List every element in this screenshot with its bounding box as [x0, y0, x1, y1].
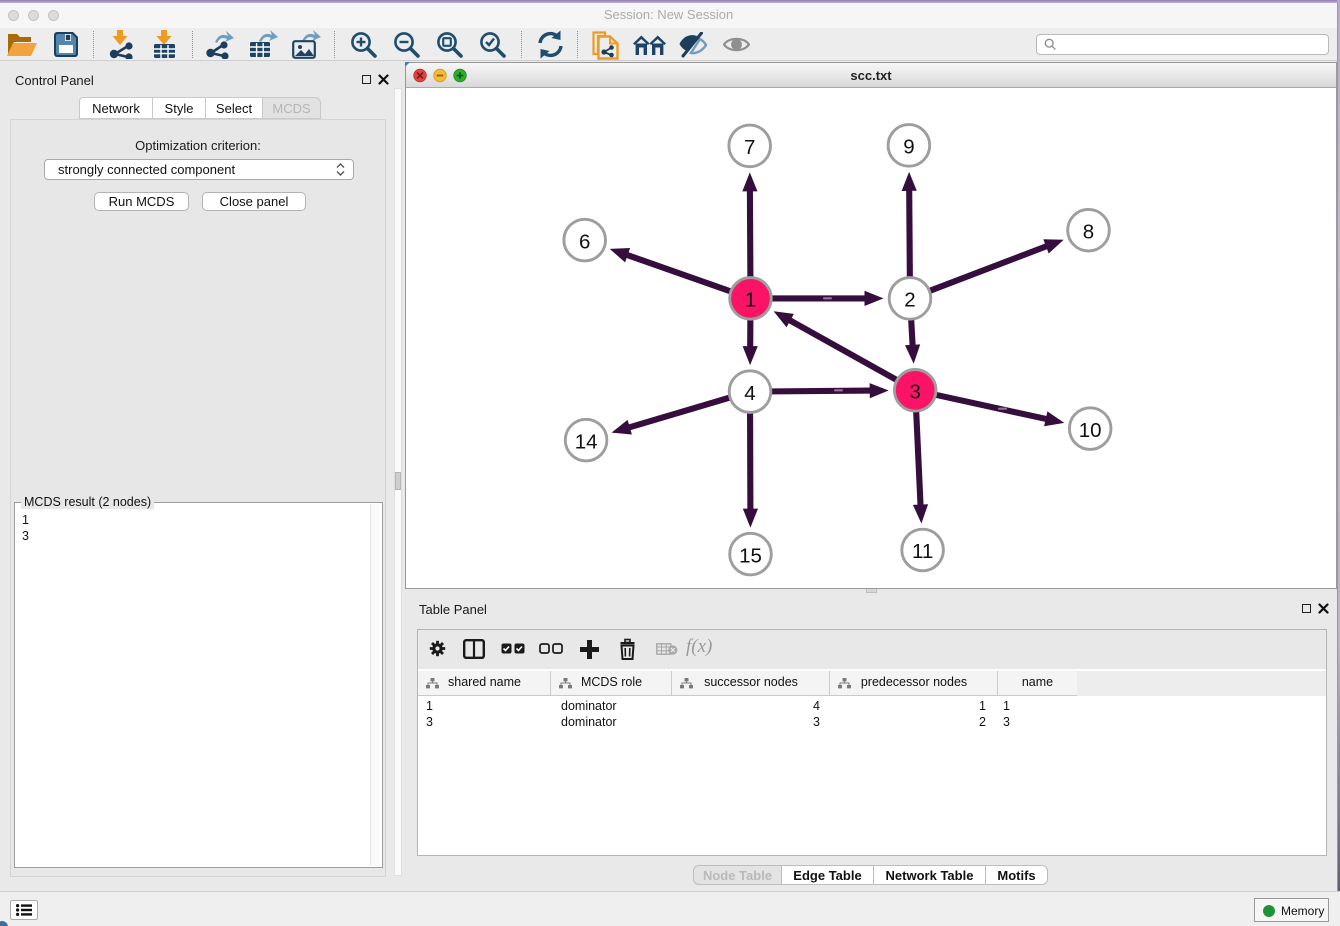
- svg-text:4: 4: [744, 382, 755, 405]
- svg-text:8: 8: [1083, 220, 1094, 243]
- svg-text:14: 14: [575, 430, 598, 453]
- svg-text:10: 10: [1079, 419, 1102, 442]
- svg-text:15: 15: [739, 544, 762, 567]
- svg-text:3: 3: [909, 381, 920, 404]
- svg-text:1: 1: [745, 289, 756, 312]
- svg-text:7: 7: [744, 136, 755, 159]
- svg-text:2: 2: [904, 289, 915, 312]
- svg-text:9: 9: [903, 136, 914, 159]
- svg-text:11: 11: [912, 540, 933, 563]
- svg-text:6: 6: [579, 230, 590, 253]
